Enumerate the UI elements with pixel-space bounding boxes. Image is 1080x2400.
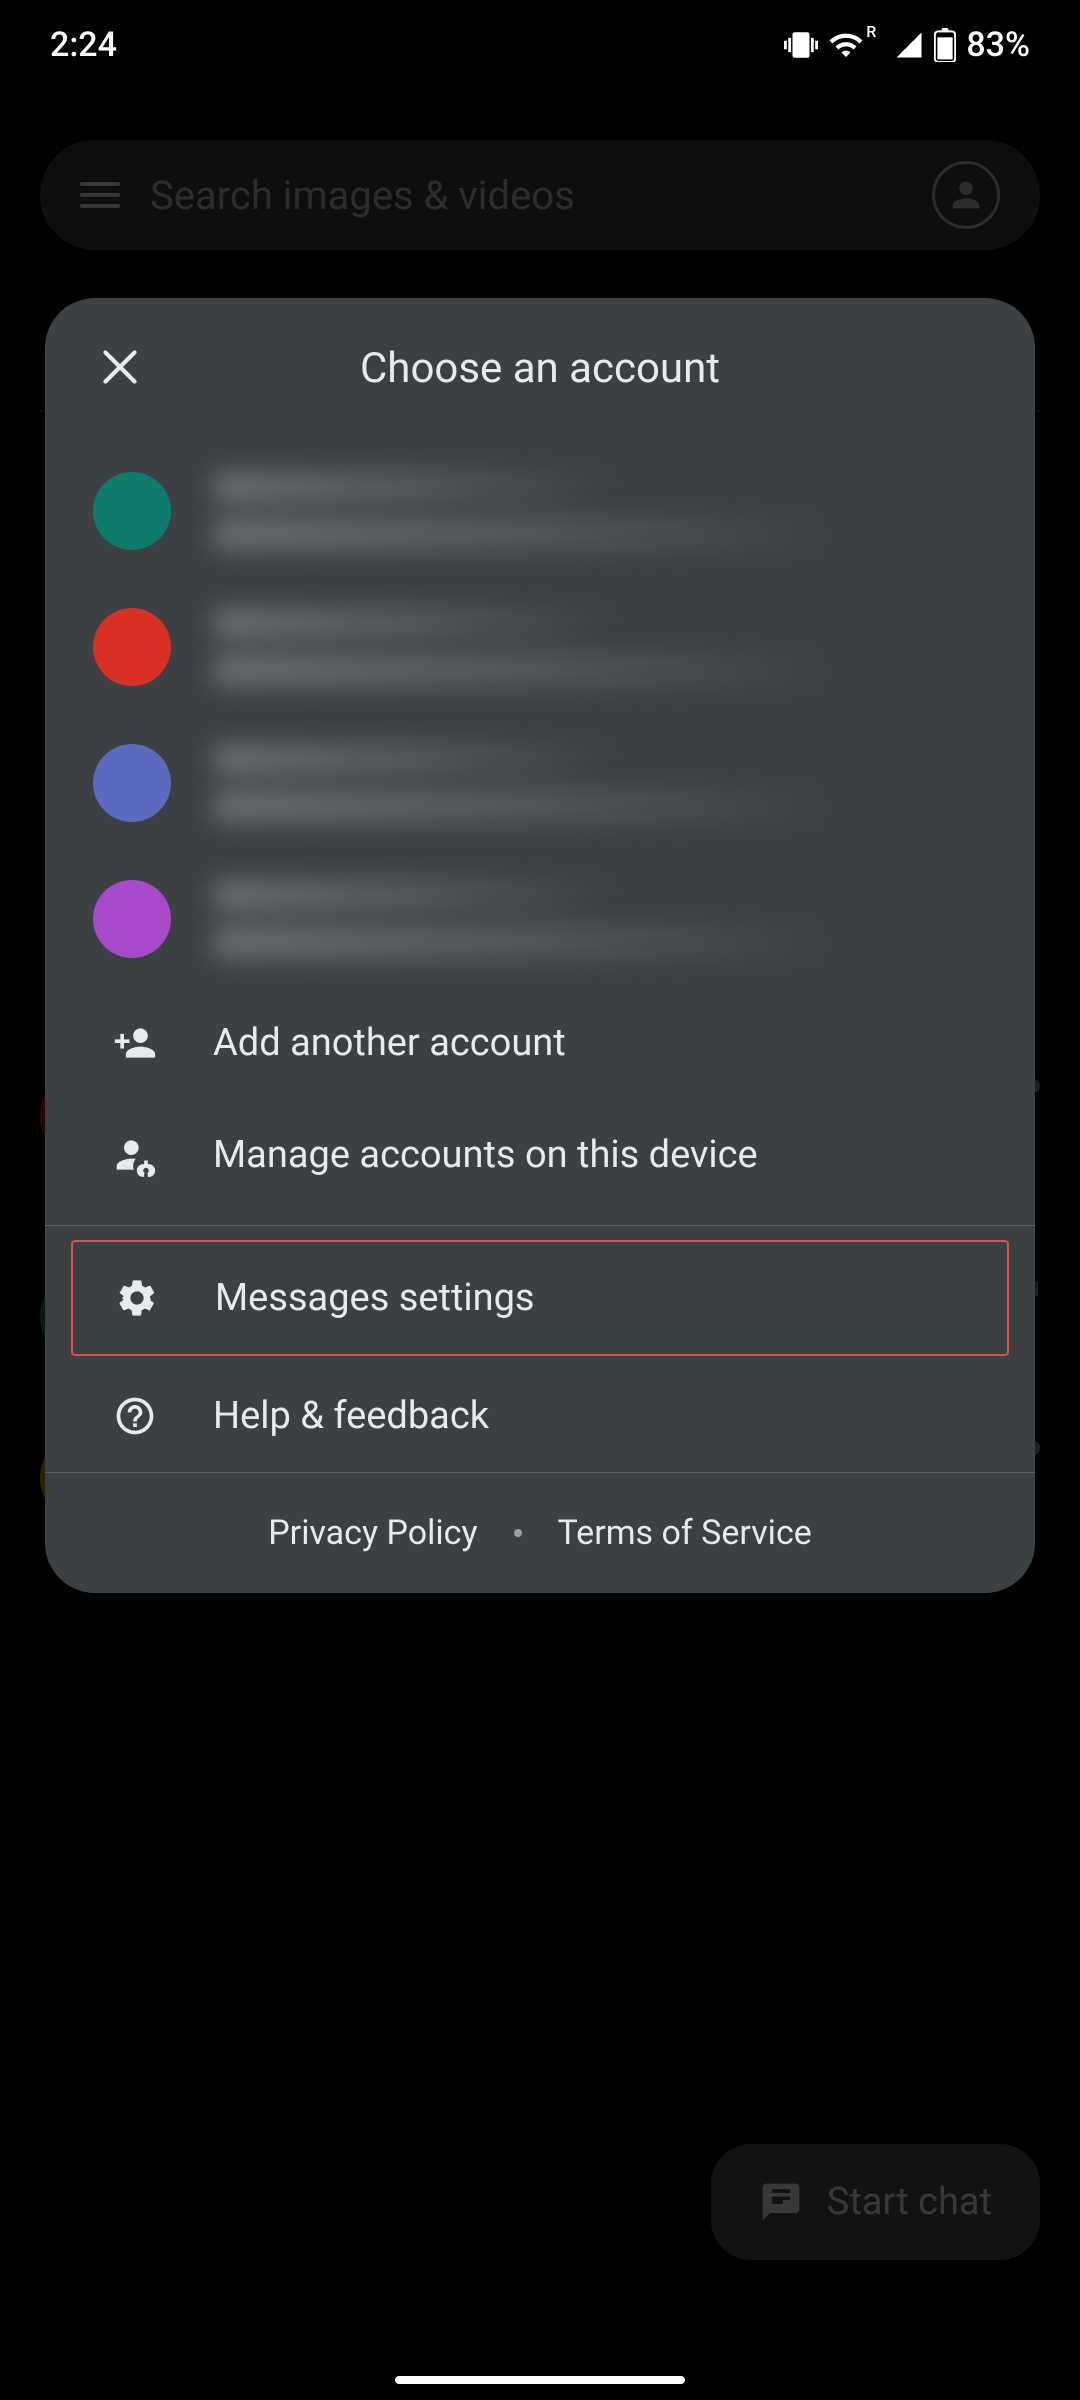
account-info-redacted: [211, 471, 987, 551]
help-icon: [113, 1394, 157, 1438]
account-info-redacted: [211, 607, 987, 687]
help-feedback-button[interactable]: Help & feedback: [45, 1360, 1035, 1472]
dialog-footer: Privacy Policy Terms of Service: [45, 1472, 1035, 1593]
close-button[interactable]: [95, 342, 145, 392]
messages-settings-button[interactable]: Messages settings: [73, 1242, 1007, 1354]
dialog-title: Choose an account: [45, 344, 1035, 393]
terms-of-service-link[interactable]: Terms of Service: [558, 1513, 812, 1553]
gear-icon: [115, 1276, 159, 1320]
messages-settings-label: Messages settings: [215, 1276, 535, 1320]
highlighted-setting: Messages settings: [71, 1240, 1009, 1356]
avatar: [93, 744, 171, 822]
manage-accounts-button[interactable]: Manage accounts on this device: [45, 1099, 1035, 1211]
person-add-icon: [113, 1021, 157, 1065]
account-item[interactable]: [45, 579, 1035, 715]
avatar: [93, 880, 171, 958]
divider: [45, 1225, 1035, 1226]
avatar: [93, 608, 171, 686]
account-info-redacted: [211, 879, 987, 959]
close-icon: [95, 342, 145, 392]
manage-accounts-icon: [113, 1133, 157, 1177]
account-item[interactable]: [45, 851, 1035, 987]
overlay: Choose an account Add another ac: [0, 0, 1080, 2400]
account-item[interactable]: [45, 715, 1035, 851]
separator-dot: [514, 1529, 522, 1537]
account-item[interactable]: [45, 443, 1035, 579]
avatar: [93, 472, 171, 550]
manage-accounts-label: Manage accounts on this device: [213, 1133, 758, 1177]
account-chooser-dialog: Choose an account Add another ac: [45, 298, 1035, 1593]
add-account-label: Add another account: [213, 1021, 566, 1065]
help-feedback-label: Help & feedback: [213, 1394, 489, 1438]
gesture-bar[interactable]: [395, 2376, 685, 2384]
account-info-redacted: [211, 743, 987, 823]
account-list: [45, 443, 1035, 987]
add-account-button[interactable]: Add another account: [45, 987, 1035, 1099]
privacy-policy-link[interactable]: Privacy Policy: [268, 1513, 477, 1553]
